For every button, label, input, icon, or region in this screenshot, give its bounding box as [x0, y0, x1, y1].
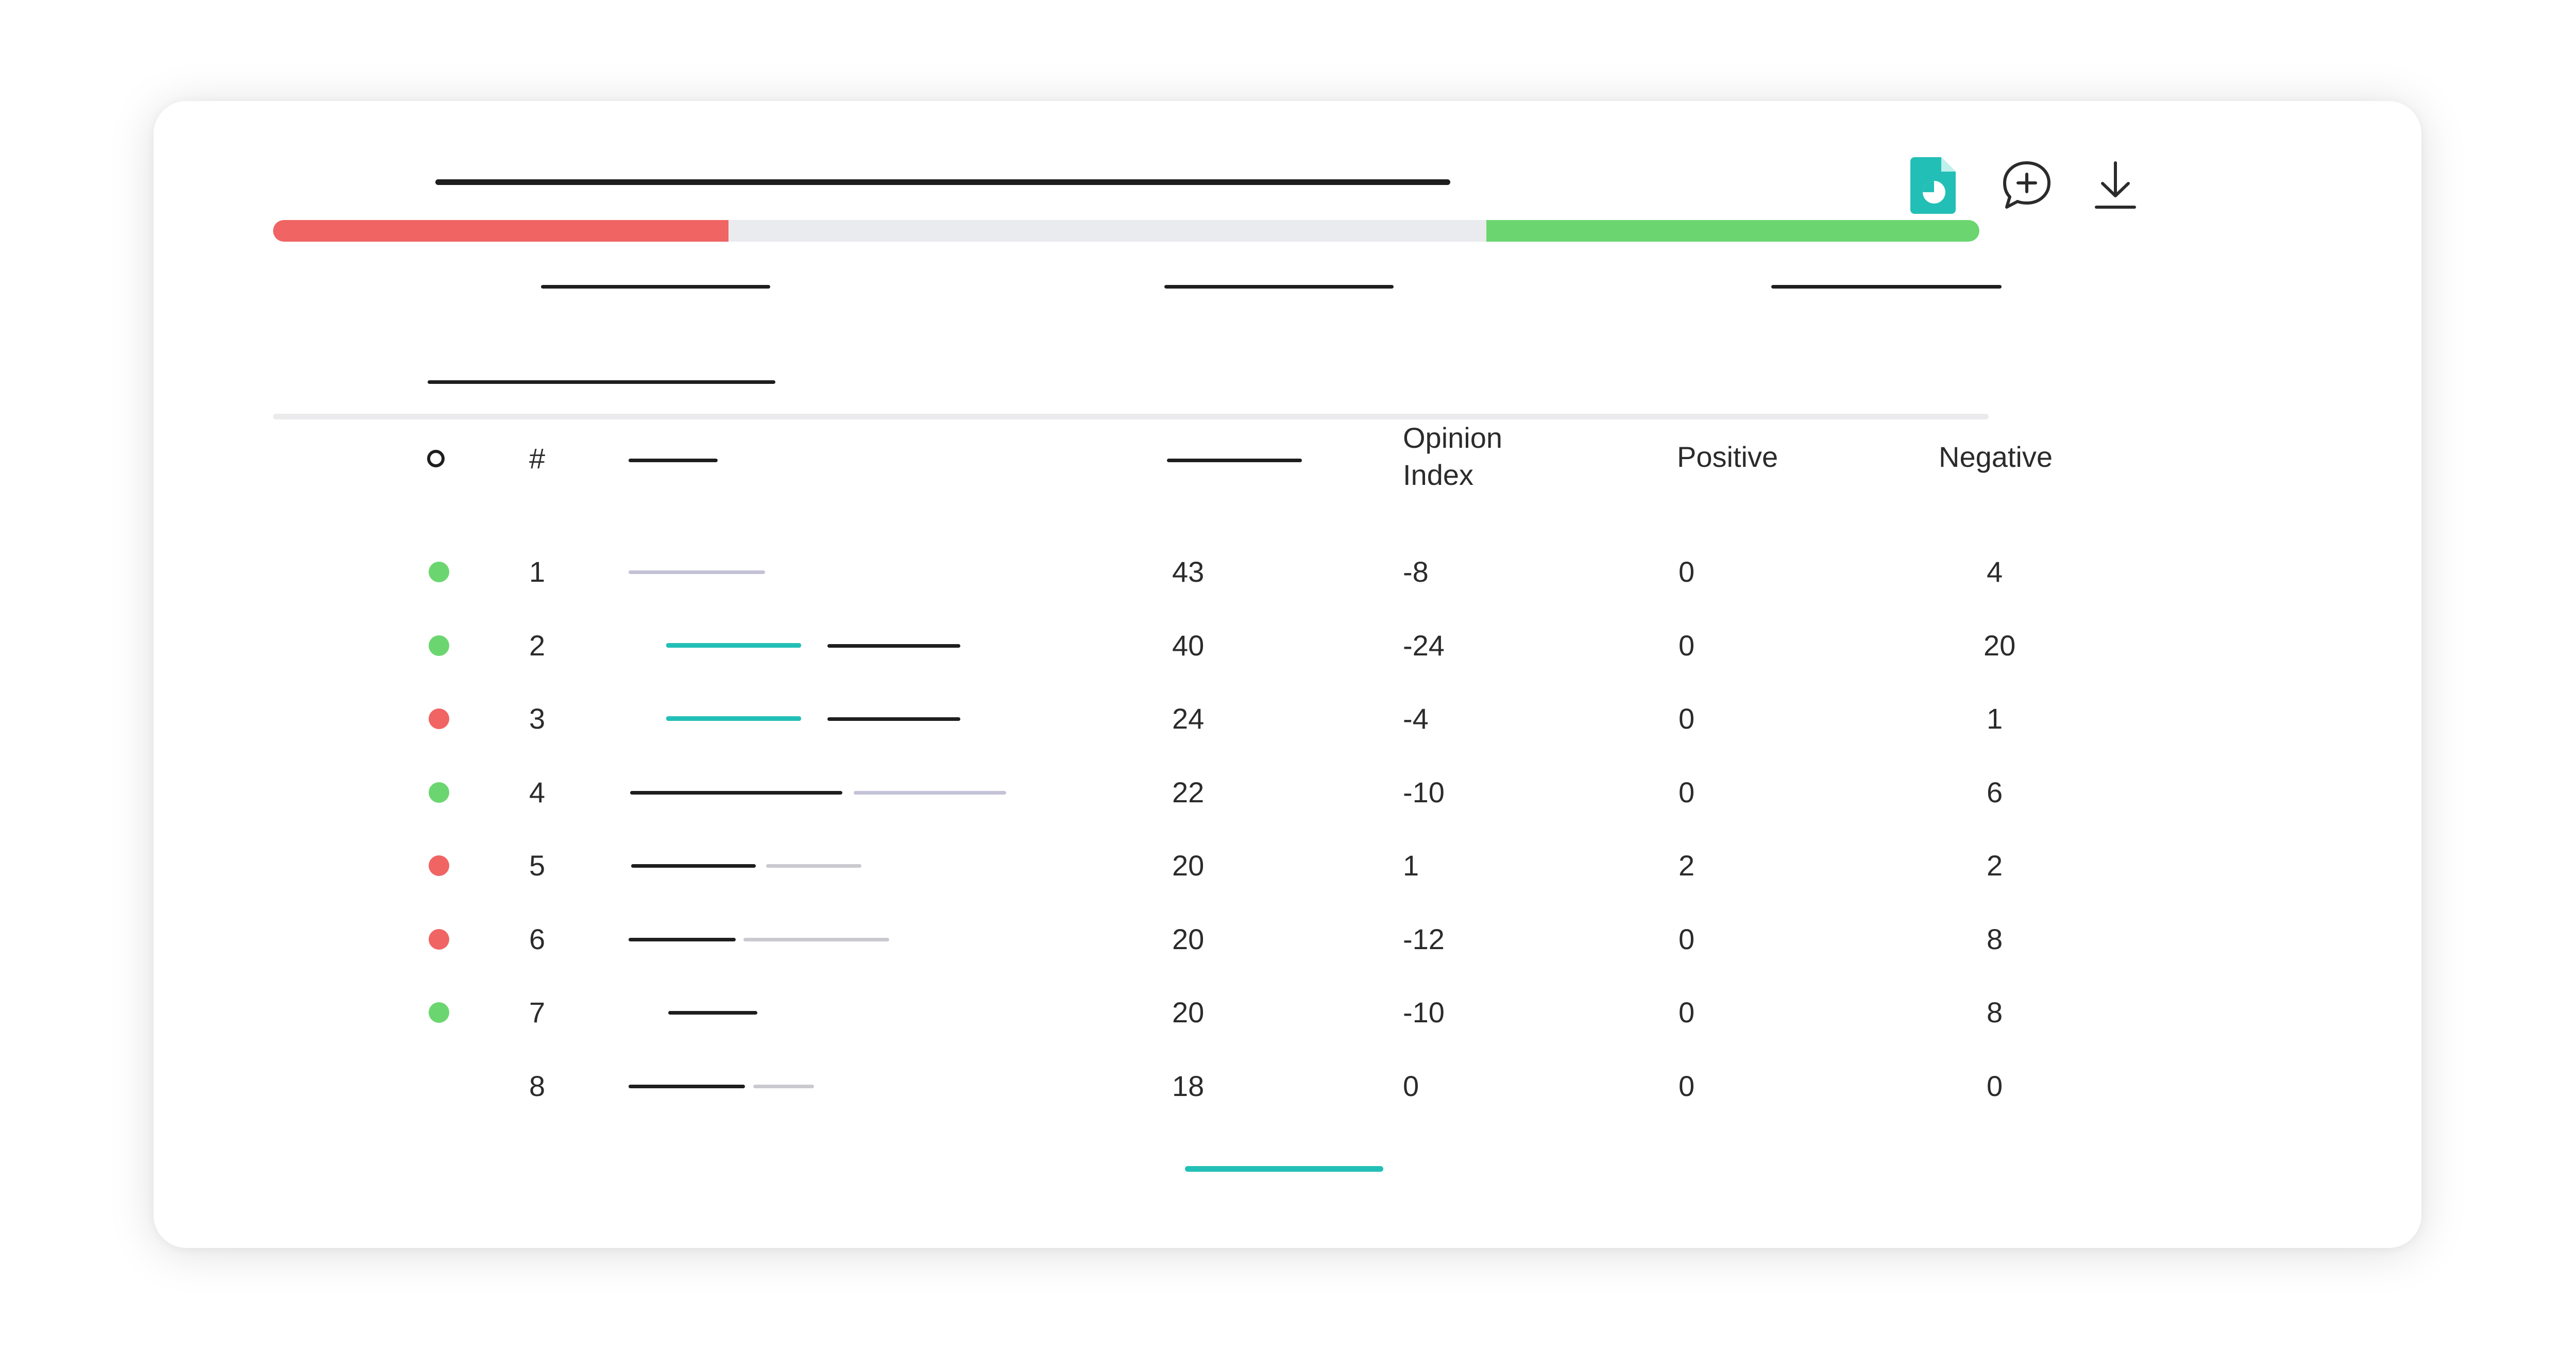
negative-cell: 20	[1984, 629, 2016, 662]
positive-cell: 0	[1679, 629, 1695, 662]
count-cell: 40	[1172, 629, 1205, 662]
table-subheading	[428, 380, 775, 384]
rank-cell: 6	[529, 922, 546, 955]
opinion-index-cell: -12	[1403, 922, 1445, 955]
positive-cell: 0	[1679, 702, 1695, 735]
opinion-index-header-line1: Opinion	[1403, 421, 1503, 454]
count-cell: 43	[1172, 555, 1205, 588]
negative-header[interactable]: Negative	[1939, 439, 2053, 476]
count-cell: 22	[1172, 775, 1205, 808]
count-cell: 24	[1172, 702, 1205, 735]
negative-segment-label	[541, 285, 770, 289]
opinion-index-header-line2: Index	[1403, 459, 1473, 491]
positive-status-dot	[429, 562, 449, 582]
opinion-index-cell: 1	[1403, 849, 1419, 882]
opinion-index-cell: -10	[1403, 996, 1445, 1028]
rank-cell: 5	[529, 849, 546, 882]
download-icon[interactable]	[2093, 161, 2138, 210]
opinion-index-cell: -8	[1403, 555, 1429, 588]
positive-status-dot	[429, 782, 449, 803]
positive-status-dot	[429, 1002, 449, 1023]
positive-cell: 0	[1679, 996, 1695, 1028]
neutral-segment-label	[1164, 285, 1394, 289]
count-cell: 20	[1172, 849, 1205, 882]
topic-text-placeholder	[743, 937, 889, 941]
rank-cell: 2	[529, 629, 546, 662]
topic-text-placeholder	[854, 790, 1006, 795]
opinion-index-cell: -24	[1403, 629, 1445, 662]
positive-segment-label	[1771, 285, 2002, 289]
positive-status-dot	[429, 635, 449, 656]
topic-text-placeholder	[630, 790, 842, 795]
positive-header[interactable]: Positive	[1677, 439, 1778, 476]
positive-cell: 0	[1679, 775, 1695, 808]
negative-status-dot	[429, 855, 449, 876]
opinion-index-cell: 0	[1403, 1069, 1419, 1102]
page-title-placeholder	[435, 179, 1450, 185]
topic-text-placeholder	[668, 1011, 757, 1015]
negative-cell: 6	[1987, 775, 2003, 808]
opinion-index-cell: -10	[1403, 775, 1445, 808]
rank-header: #	[529, 442, 546, 475]
show-more-link[interactable]	[1185, 1166, 1383, 1172]
topic-text-placeholder	[827, 717, 960, 721]
negative-status-dot	[429, 929, 449, 950]
negative-cell: 8	[1987, 922, 2003, 955]
topic-tag-placeholder[interactable]	[666, 716, 801, 721]
sentiment-bar	[273, 220, 1979, 242]
rank-cell: 7	[529, 996, 546, 1028]
count-cell: 20	[1172, 922, 1205, 955]
report-pie-icon[interactable]	[1910, 157, 1960, 214]
rank-cell: 3	[529, 702, 546, 735]
topic-text-placeholder	[631, 864, 756, 868]
topic-header	[629, 459, 718, 462]
report-card	[154, 101, 2421, 1248]
add-comment-icon[interactable]	[2001, 159, 2053, 211]
header-divider	[273, 414, 1989, 419]
rank-cell: 1	[529, 555, 546, 588]
topic-text-placeholder	[629, 937, 736, 941]
count-cell: 20	[1172, 996, 1205, 1028]
negative-cell: 1	[1987, 702, 2003, 735]
rank-cell: 8	[529, 1069, 546, 1102]
neutral-segment	[728, 220, 1486, 242]
positive-cell: 0	[1679, 1069, 1695, 1102]
topic-text-placeholder	[629, 1084, 745, 1088]
negative-cell: 0	[1987, 1069, 2003, 1102]
topic-text-placeholder	[827, 644, 960, 648]
negative-cell: 2	[1987, 849, 2003, 882]
positive-segment	[1486, 220, 1979, 242]
opinion-index-cell: -4	[1403, 702, 1429, 735]
negative-cell: 4	[1987, 555, 2003, 588]
negative-segment	[273, 220, 729, 242]
negative-status-dot	[429, 709, 449, 729]
positive-cell: 0	[1679, 922, 1695, 955]
mentions-header	[1167, 459, 1302, 462]
topic-tag-placeholder[interactable]	[666, 643, 801, 648]
count-cell: 18	[1172, 1069, 1205, 1102]
topic-text-placeholder	[753, 1084, 814, 1088]
positive-cell: 2	[1679, 849, 1695, 882]
topic-text-placeholder	[766, 864, 861, 868]
negative-cell: 8	[1987, 996, 2003, 1028]
opinion-index-header[interactable]: Opinion Index	[1403, 419, 1502, 494]
topic-text-placeholder	[629, 570, 765, 574]
select-all-radio[interactable]	[427, 450, 445, 467]
rank-cell: 4	[529, 775, 546, 808]
positive-cell: 0	[1679, 555, 1695, 588]
